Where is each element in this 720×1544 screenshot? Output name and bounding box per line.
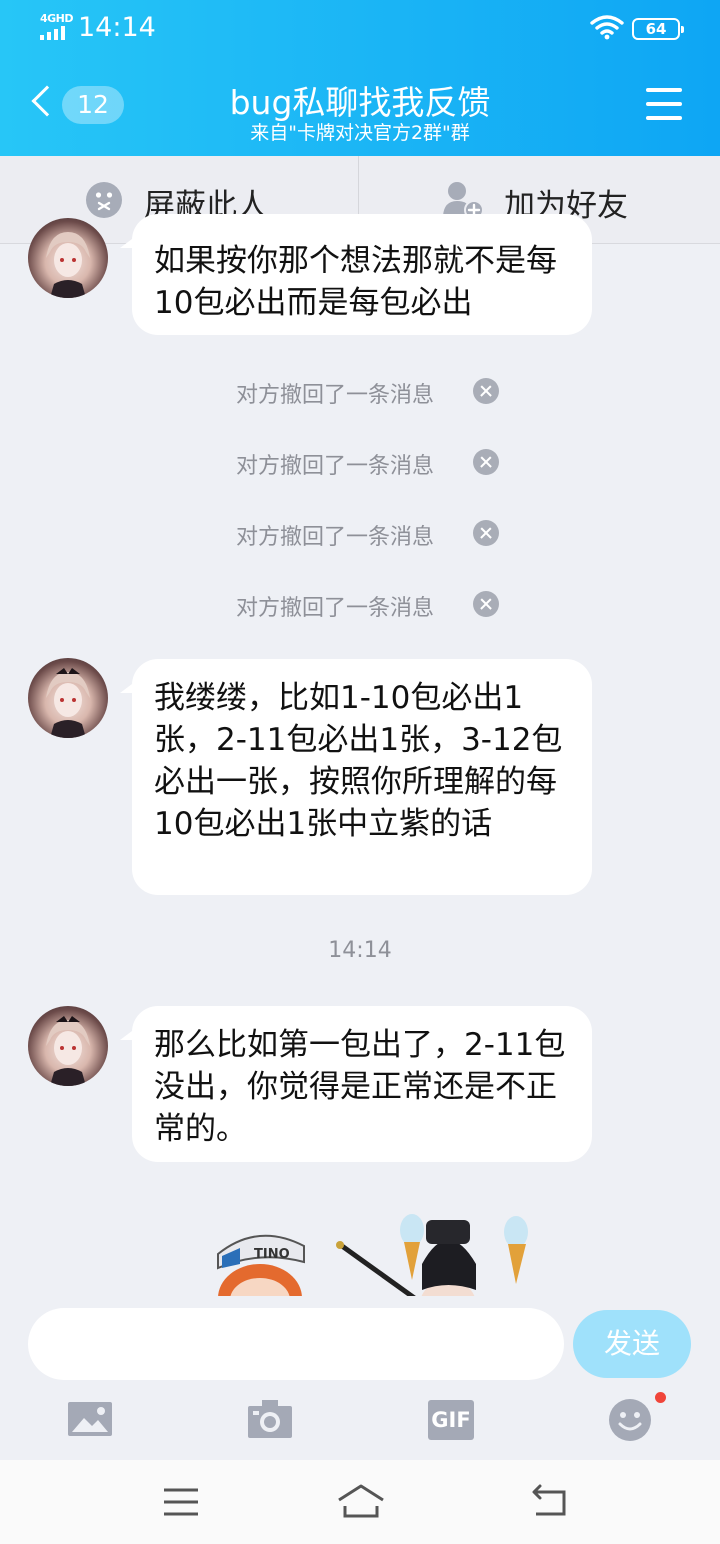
camera-icon[interactable] bbox=[248, 1400, 294, 1440]
avatar[interactable] bbox=[28, 658, 108, 738]
gif-icon[interactable]: GIF bbox=[428, 1400, 474, 1440]
chat-header: 4GHD 14:14 64 12 bug私聊找我反馈 来自"卡牌对决官方2群"群 bbox=[0, 0, 720, 156]
recall-close-icon[interactable] bbox=[473, 378, 499, 404]
status-bar: 4GHD 14:14 64 bbox=[0, 0, 720, 56]
message-input[interactable] bbox=[28, 1308, 564, 1380]
recall-notice: 对方撤回了一条消息 bbox=[236, 596, 435, 621]
message-bubble: 那么比如第一包出了，2-11包没出，你觉得是正常还是不正常的。 bbox=[120, 1006, 592, 1162]
recall-close-icon[interactable] bbox=[473, 449, 499, 475]
input-area: 发送 GIF bbox=[0, 1296, 720, 1460]
message-text: 我缕缕，比如1-10包必出1张，2-11包必出1张，3-12包必出一张，按照你所… bbox=[154, 680, 563, 842]
message-bubble: 我缕缕，比如1-10包必出1张，2-11包必出1张，3-12包必出一张，按照你所… bbox=[120, 659, 592, 895]
battery-level: 64 bbox=[645, 20, 667, 38]
new-emoji-badge bbox=[655, 1392, 666, 1403]
image-icon[interactable] bbox=[68, 1400, 114, 1440]
block-icon bbox=[86, 182, 122, 218]
wifi-icon bbox=[590, 15, 624, 40]
menu-icon[interactable] bbox=[646, 88, 682, 120]
send-button[interactable]: 发送 bbox=[573, 1310, 691, 1378]
nav-home-icon[interactable] bbox=[336, 1482, 386, 1522]
recall-notice: 对方撤回了一条消息 bbox=[236, 454, 435, 479]
system-nav-bar bbox=[0, 1460, 720, 1544]
chat-title: bug私聊找我反馈 bbox=[229, 83, 491, 122]
message-bubble: 如果按你那个想法那就不是每10包必出而是每包必出 bbox=[120, 214, 592, 335]
battery-indicator: 64 bbox=[632, 18, 684, 40]
status-time: 14:14 bbox=[78, 12, 156, 43]
emoji-icon[interactable] bbox=[608, 1398, 652, 1442]
nav-menu-icon[interactable] bbox=[160, 1482, 204, 1522]
recall-notice: 对方撤回了一条消息 bbox=[236, 525, 435, 550]
sticker-cap-text: TINO bbox=[254, 1247, 290, 1262]
signal-icon: 4GHD bbox=[40, 12, 74, 42]
message-text: 如果按你那个想法那就不是每10包必出而是每包必出 bbox=[154, 243, 557, 321]
sticker-characters: TINO bbox=[217, 1214, 528, 1308]
recall-close-icon[interactable] bbox=[473, 520, 499, 546]
network-type: 4GHD bbox=[40, 12, 74, 25]
message-text: 那么比如第一包出了，2-11包没出，你觉得是正常还是不正常的。 bbox=[154, 1027, 566, 1147]
recall-close-icon[interactable] bbox=[473, 591, 499, 617]
avatar[interactable] bbox=[28, 1006, 108, 1086]
nav-back-icon[interactable] bbox=[528, 1482, 572, 1522]
recall-notice: 对方撤回了一条消息 bbox=[236, 383, 435, 408]
message-timestamp: 14:14 bbox=[328, 938, 392, 963]
avatar[interactable] bbox=[28, 218, 108, 298]
chat-subtitle: 来自"卡牌对决官方2群"群 bbox=[250, 122, 470, 144]
